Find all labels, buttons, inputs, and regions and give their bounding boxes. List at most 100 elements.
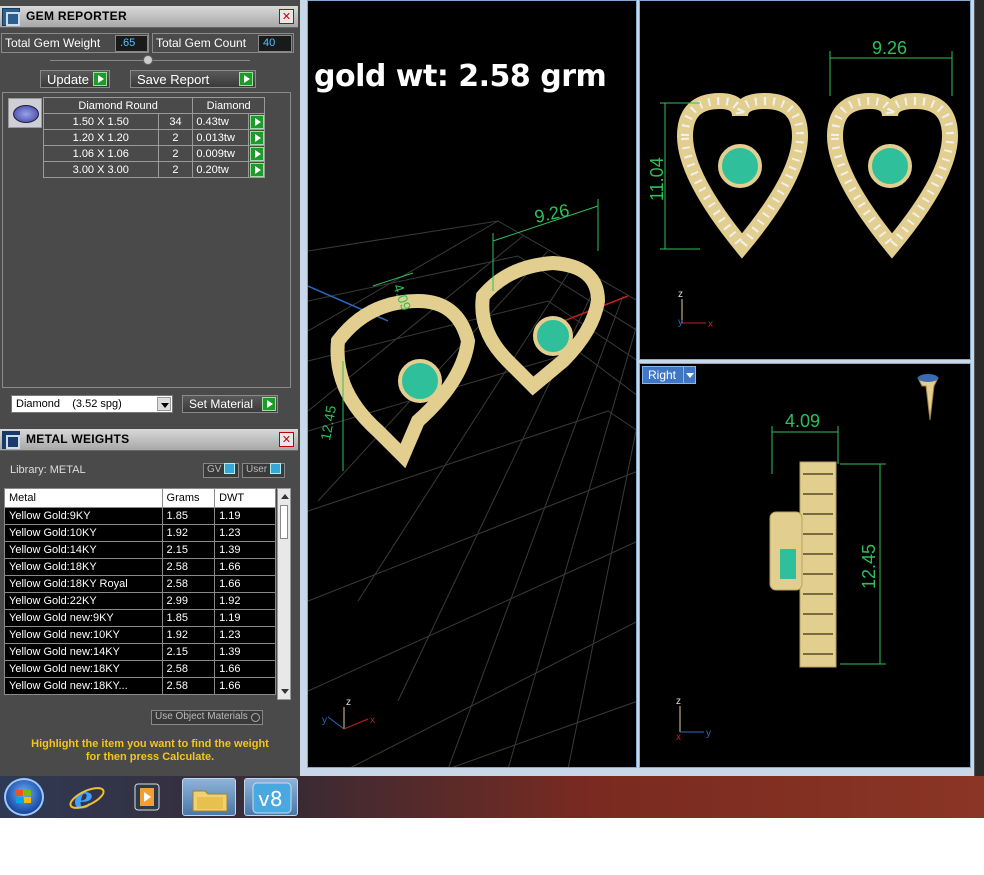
total-gem-weight-label: Total Gem Weight — [5, 36, 101, 50]
gv-toggle[interactable]: GV — [203, 463, 240, 478]
left-panel: GEM REPORTER ✕ Total Gem Weight .65 Tota… — [0, 0, 300, 776]
internet-explorer-icon[interactable]: e — [60, 778, 114, 816]
scroll-thumb[interactable] — [280, 505, 288, 539]
gem-row-go-icon[interactable] — [249, 131, 264, 145]
metal-row[interactable]: Yellow Gold new:18KY 2.58 1.66 — [4, 660, 276, 678]
scroll-up-icon[interactable] — [281, 494, 289, 499]
right-axis-y: y — [706, 728, 711, 739]
grams-col-header[interactable]: Grams — [161, 488, 216, 508]
metal-row[interactable]: Yellow Gold new:10KY 1.92 1.23 — [4, 626, 276, 644]
user-toggle[interactable]: User — [242, 463, 286, 478]
metal-row[interactable]: Yellow Gold:18KY 2.58 1.66 — [4, 558, 276, 576]
metal-row[interactable]: Yellow Gold:10KY 1.92 1.23 — [4, 524, 276, 542]
metal-dwt: 1.39 — [214, 643, 276, 661]
view-cube-icon[interactable] — [917, 374, 939, 421]
metal-weights-titlebar: METAL WEIGHTS ✕ — [0, 429, 298, 451]
gem-row[interactable]: 3.00 X 3.00 2 0.20tw — [43, 161, 266, 178]
dwt-col-header[interactable]: DWT — [214, 488, 276, 508]
gem-count: 34 — [157, 113, 194, 130]
persp-height-dim: 12.45 — [317, 404, 339, 441]
metal-row[interactable]: Yellow Gold:18KY Royal 2.58 1.66 — [4, 575, 276, 593]
metal-dwt: 1.19 — [214, 507, 276, 525]
gem-size: 1.20 X 1.20 — [43, 129, 159, 146]
gem-reporter-logo-icon — [2, 8, 20, 26]
metal-dwt: 1.66 — [214, 660, 276, 678]
library-label: Library: METAL — [10, 464, 86, 476]
metal-row[interactable]: Yellow Gold new:14KY 2.15 1.39 — [4, 643, 276, 661]
gem-table-header-shape: Diamond Round — [42, 97, 194, 114]
set-material-go-icon[interactable] — [262, 397, 276, 411]
update-go-icon[interactable] — [93, 72, 107, 86]
splitter-handle-icon[interactable] — [143, 55, 153, 65]
metal-weights-close-icon[interactable]: ✕ — [279, 432, 294, 447]
gem-reporter-close-icon[interactable]: ✕ — [279, 9, 294, 24]
metal-dwt: 1.19 — [214, 609, 276, 627]
gem-weight: 0.009tw — [192, 145, 249, 162]
right-viewport[interactable]: 4.09 12.45 z y x Right — [639, 363, 971, 768]
gem-size: 1.06 X 1.06 — [43, 145, 159, 162]
taskbar: e v8 — [0, 776, 984, 818]
gem-row[interactable]: 1.20 X 1.20 2 0.013tw — [43, 129, 266, 146]
windows-start-icon[interactable] — [4, 778, 44, 816]
metal-weights-logo-icon — [2, 431, 20, 449]
gem-row[interactable]: 1.50 X 1.50 34 0.43tw — [43, 113, 266, 130]
media-player-icon[interactable] — [120, 778, 174, 816]
metal-name: Yellow Gold new:10KY — [4, 626, 163, 644]
hint-line-2: for then press Calculate. — [85, 751, 215, 763]
gem-row-go[interactable] — [247, 161, 266, 178]
gem-weight: 0.013tw — [192, 129, 249, 146]
diamond-round-icon[interactable] — [8, 98, 42, 128]
metal-table: Metal Grams DWT Yellow Gold:9KY 1.85 1.19 … — [4, 488, 276, 695]
gem-row[interactable]: 1.06 X 1.06 2 0.009tw — [43, 145, 266, 162]
gem-row-go[interactable] — [247, 145, 266, 162]
save-report-go-icon[interactable] — [239, 72, 253, 86]
metal-name: Yellow Gold:10KY — [4, 524, 163, 542]
material-select[interactable]: Diamond (3.52 spg) — [11, 395, 173, 413]
metal-row[interactable]: Yellow Gold new:9KY 1.85 1.19 — [4, 609, 276, 627]
front-axis-y: y — [678, 317, 683, 328]
v8-app-icon[interactable]: v8 — [244, 778, 298, 816]
gem-row-go[interactable] — [247, 129, 266, 146]
metal-row[interactable]: Yellow Gold:14KY 2.15 1.39 — [4, 541, 276, 559]
metal-grams: 2.15 — [161, 541, 216, 559]
user-toggle-indicator-icon — [270, 463, 282, 474]
use-object-materials-toggle[interactable]: Use Object Materials — [151, 710, 263, 725]
update-button-label: Update — [47, 72, 89, 87]
metal-row[interactable]: Yellow Gold new:18KY... 2.58 1.66 — [4, 677, 276, 695]
gem-reporter-titlebar: GEM REPORTER ✕ — [0, 6, 298, 28]
file-explorer-icon[interactable] — [182, 778, 236, 816]
right-side-strip — [974, 0, 984, 776]
gem-row-go-icon[interactable] — [249, 163, 264, 177]
metal-table-scrollbar[interactable] — [277, 488, 291, 700]
save-report-button[interactable]: Save Report — [130, 70, 256, 88]
metal-row[interactable]: Yellow Gold:9KY 1.85 1.19 — [4, 507, 276, 525]
earring-left — [330, 293, 476, 469]
right-earring-side — [769, 461, 837, 668]
metal-name: Yellow Gold:18KY Royal — [4, 575, 163, 593]
perspective-viewport[interactable]: 9.26 4.09 12.45 z x y gold wt: 2.58 grm — [307, 0, 637, 768]
chevron-down-icon[interactable] — [157, 397, 171, 411]
hint-line-1: Highlight the item you want to find the … — [31, 738, 269, 750]
metal-grams: 2.58 — [161, 575, 216, 593]
metal-col-header[interactable]: Metal — [4, 488, 163, 508]
gv-toggle-indicator-icon — [224, 463, 236, 474]
metal-grams: 2.58 — [161, 677, 216, 695]
gv-toggle-label: GV — [207, 464, 222, 476]
chevron-down-icon[interactable] — [683, 367, 695, 383]
svg-text:e: e — [74, 781, 93, 816]
viewport-area: 9.26 4.09 12.45 z x y gold wt: 2.58 grm — [300, 0, 984, 776]
view-selector[interactable]: Right — [642, 366, 696, 384]
front-viewport[interactable]: 9.26 11.04 z x y — [639, 0, 971, 360]
gem-row-go-icon[interactable] — [249, 147, 264, 161]
metal-name: Yellow Gold new:18KY... — [4, 677, 163, 695]
metal-name: Yellow Gold new:9KY — [4, 609, 163, 627]
persp-width-dim: 9.26 — [533, 200, 571, 227]
metal-row[interactable]: Yellow Gold:22KY 2.99 1.92 — [4, 592, 276, 610]
gem-row-go-icon[interactable] — [249, 115, 264, 129]
gem-row-go[interactable] — [247, 113, 266, 130]
metal-dwt: 1.23 — [214, 524, 276, 542]
persp-axis-z: z — [346, 697, 351, 708]
scroll-down-icon[interactable] — [281, 689, 289, 694]
right-axis-x: x — [676, 732, 681, 743]
gem-count: 2 — [157, 129, 194, 146]
